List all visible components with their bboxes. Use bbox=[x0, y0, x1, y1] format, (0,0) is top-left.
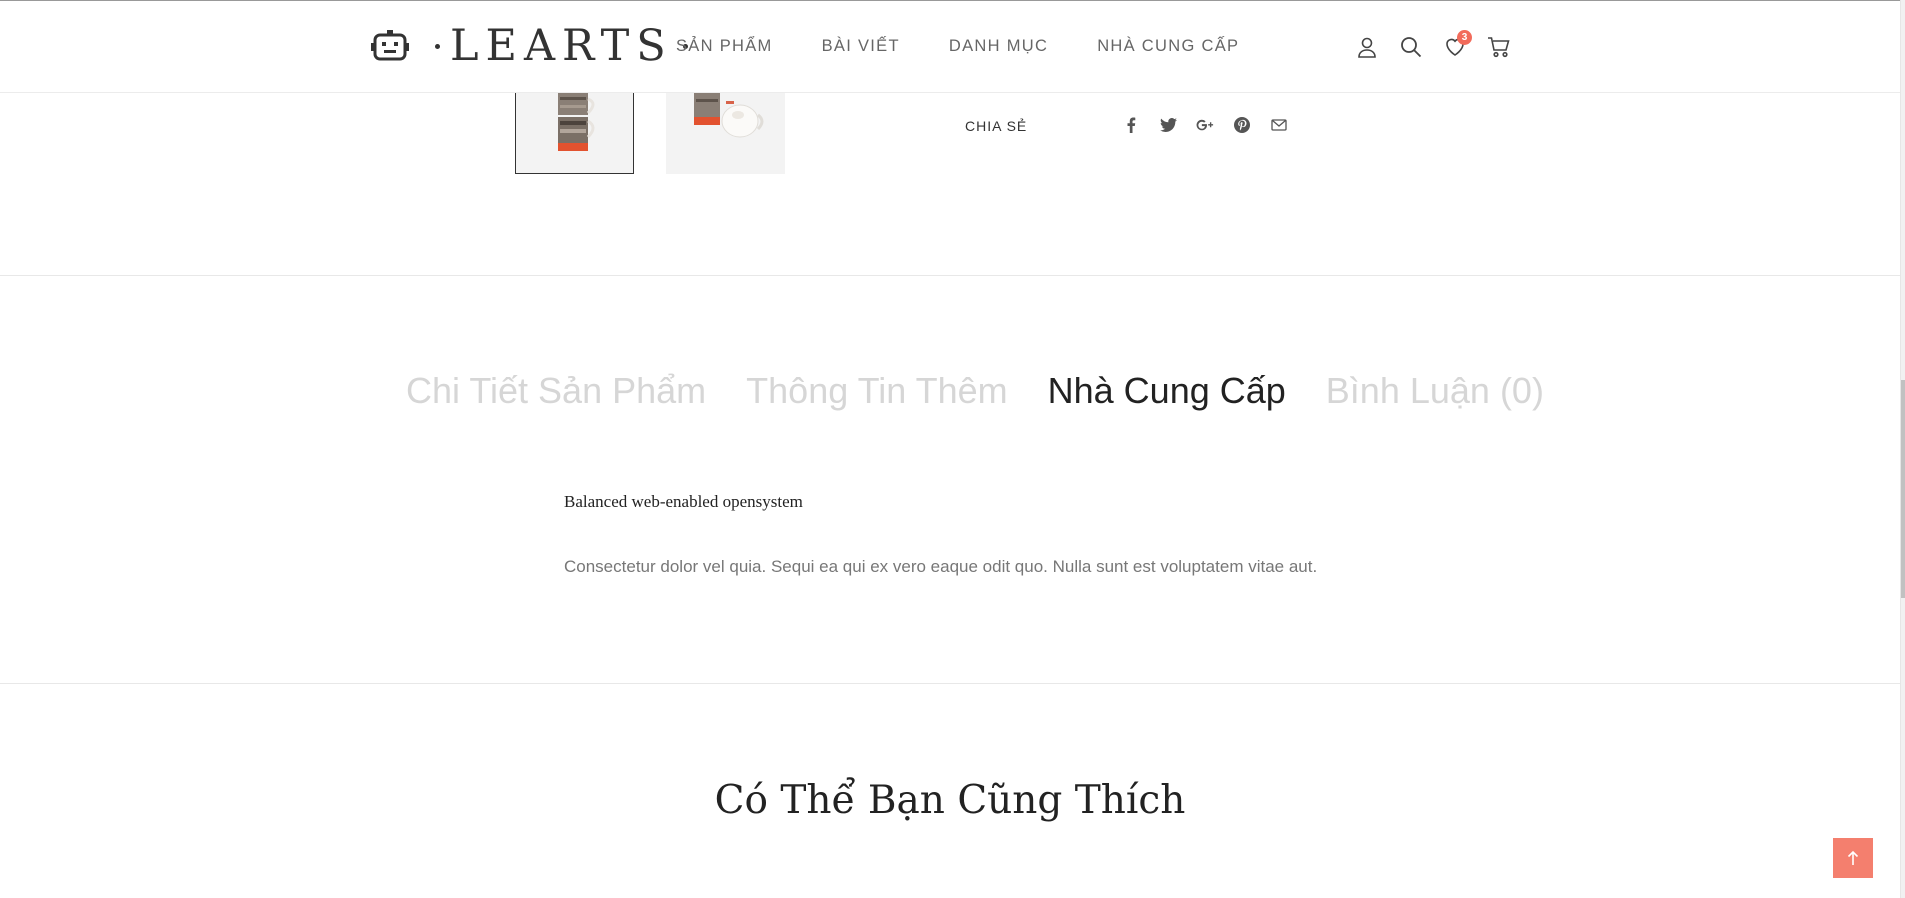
facebook-icon bbox=[1127, 117, 1136, 133]
product-tabs: Chi Tiết Sản Phẩm Thông Tin Thêm Nhà Cun… bbox=[406, 370, 1584, 412]
share-links bbox=[1122, 116, 1307, 134]
site-logo[interactable]: LEARTS bbox=[371, 15, 698, 77]
email-icon bbox=[1271, 119, 1287, 131]
arrow-up-icon bbox=[1847, 850, 1859, 865]
robot-icon bbox=[371, 30, 409, 61]
wishlist-count-badge: 3 bbox=[1457, 30, 1472, 45]
product-image bbox=[694, 93, 764, 138]
tab-supplier[interactable]: Nhà Cung Cấp bbox=[1048, 370, 1286, 412]
section-divider bbox=[0, 275, 1900, 276]
tab-product-details[interactable]: Chi Tiết Sản Phẩm bbox=[406, 370, 706, 412]
google-plus-icon bbox=[1196, 119, 1214, 131]
account-button[interactable] bbox=[1354, 34, 1380, 60]
tab-additional-info[interactable]: Thông Tin Thêm bbox=[746, 370, 1007, 412]
product-image bbox=[558, 93, 595, 151]
nav-item-posts[interactable]: BÀI VIẾT bbox=[822, 37, 900, 56]
share-label: CHIA SẺ bbox=[965, 118, 1028, 134]
share-pinterest[interactable] bbox=[1233, 116, 1251, 134]
supplier-description: Consectetur dolor vel quia. Sequi ea qui… bbox=[564, 557, 1318, 576]
search-icon bbox=[1401, 37, 1422, 58]
nav-item-categories[interactable]: DANH MỤC bbox=[949, 37, 1048, 56]
site-header: LEARTS SẢN PHẨM BÀI VIẾT DANH MỤC NHÀ CU… bbox=[0, 0, 1900, 93]
header-actions: 3 bbox=[1354, 30, 1530, 60]
share-facebook[interactable] bbox=[1122, 116, 1140, 134]
scrollbar-thumb[interactable] bbox=[1901, 380, 1905, 598]
main-nav: SẢN PHẨM BÀI VIẾT DANH MỤC NHÀ CUNG CẤP bbox=[676, 37, 1288, 56]
pinterest-icon bbox=[1234, 117, 1250, 133]
supplier-name: Balanced web-enabled opensystem bbox=[564, 492, 803, 511]
nav-item-products[interactable]: SẢN PHẨM bbox=[676, 37, 773, 56]
product-thumbnail-1[interactable] bbox=[515, 93, 634, 174]
share-google-plus[interactable] bbox=[1196, 116, 1214, 134]
share-email[interactable] bbox=[1270, 116, 1288, 134]
section-divider bbox=[0, 683, 1900, 684]
related-products-title: Có Thể Bạn Cũng Thích bbox=[714, 778, 1186, 823]
nav-item-suppliers[interactable]: NHÀ CUNG CẤP bbox=[1097, 37, 1239, 56]
search-button[interactable] bbox=[1398, 34, 1424, 60]
logo-dot bbox=[435, 43, 440, 49]
cart-button[interactable] bbox=[1486, 34, 1512, 60]
twitter-icon bbox=[1159, 118, 1177, 132]
user-icon bbox=[1358, 37, 1376, 58]
tab-reviews[interactable]: Bình Luận (0) bbox=[1326, 370, 1544, 412]
share-twitter[interactable] bbox=[1159, 116, 1177, 134]
logo-text: LEARTS bbox=[450, 21, 673, 71]
page-scrollbar[interactable] bbox=[1900, 0, 1905, 898]
product-thumbnail-2[interactable] bbox=[666, 93, 785, 174]
back-to-top-button[interactable] bbox=[1833, 838, 1873, 878]
wishlist-button[interactable]: 3 bbox=[1442, 30, 1472, 60]
cart-icon bbox=[1488, 37, 1510, 58]
